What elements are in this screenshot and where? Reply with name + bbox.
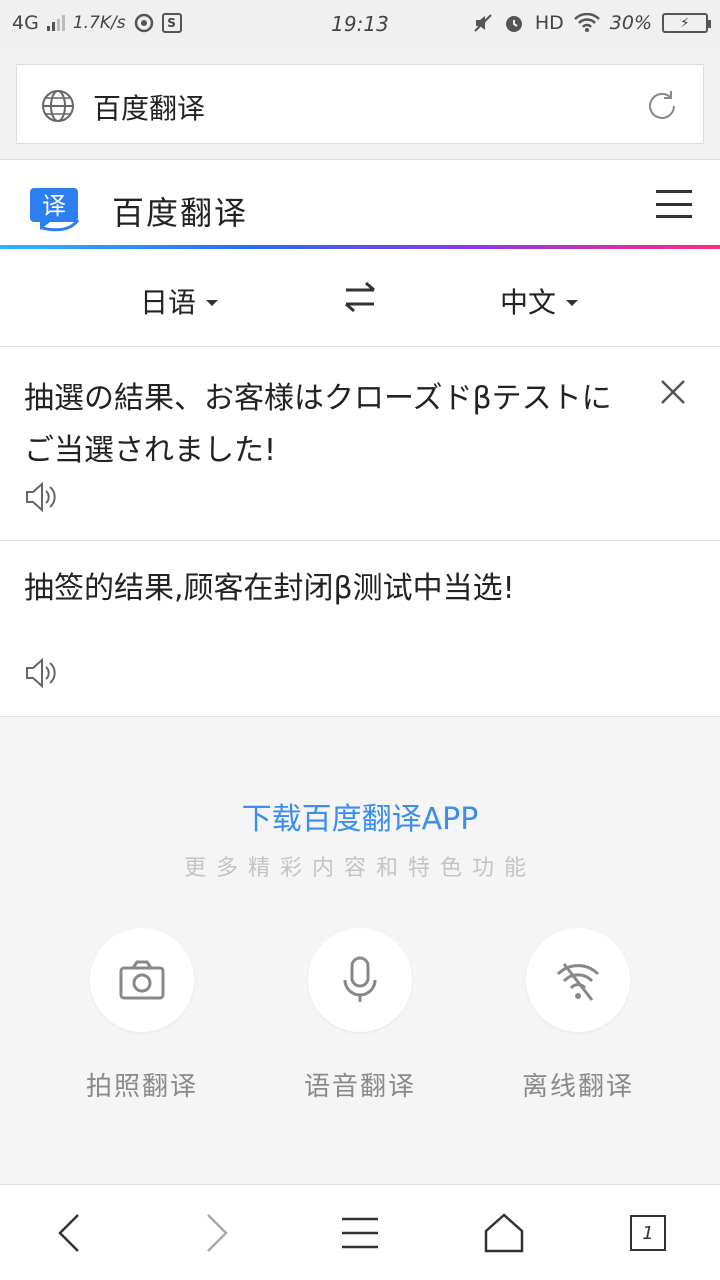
battery-percent: 30% [609,12,652,34]
speaker-icon[interactable] [24,657,58,689]
clear-icon[interactable] [660,379,686,405]
source-text[interactable]: 抽選の結果、お客様はクローズドβテストにご当選されました! [24,373,634,477]
hamburger-menu-icon[interactable] [656,190,692,218]
alarm-icon [505,16,522,32]
tab-count: 1 [630,1215,666,1251]
browser-bottom-nav: 1 [0,1184,720,1280]
reload-icon[interactable] [643,87,681,125]
feature-label: 拍照翻译 [85,1072,198,1102]
logo-char: 译 [42,192,66,220]
home-icon[interactable] [482,1211,526,1255]
download-app-link[interactable]: 下载百度翻译APP [0,794,720,838]
forward-icon[interactable] [194,1211,238,1255]
feature-button[interactable] [90,928,194,1032]
microphone-icon [343,956,377,1002]
caret-down-icon [206,300,219,306]
feature-label: 语音翻译 [303,1072,416,1102]
baidu-translate-logo-icon[interactable]: 译 [28,184,80,232]
status-bar: 4G 1.7K/s S 19:13 HD 30% ⚡ [0,0,720,50]
feature-button[interactable] [526,928,630,1032]
source-language-dropdown[interactable]: 日语 [140,281,219,321]
feature-offline-translate[interactable]: 离线翻译 [498,928,658,1103]
translation-result: 抽签的结果,顾客在封闭β测试中当选! [0,541,720,717]
result-text: 抽签的结果,顾客在封闭β测试中当选! [24,571,515,606]
address-text[interactable]: 百度翻译 [93,87,205,127]
source-language-label: 日语 [140,286,197,319]
mute-icon [474,14,492,32]
wifi-icon [573,13,600,32]
feature-photo-translate[interactable]: 拍照翻译 [62,928,222,1103]
caret-down-icon [566,300,579,306]
swap-languages-icon[interactable] [344,279,376,315]
browser-toolbar: 百度翻译 [0,50,720,160]
globe-icon [42,90,74,122]
feature-voice-translate[interactable]: 语音翻译 [280,928,440,1103]
app-title: 百度翻译 [112,194,249,232]
app-header: 译 百度翻译 [0,160,720,250]
camera-icon [119,960,165,1000]
battery-icon: ⚡ [662,13,711,33]
address-bar[interactable]: 百度翻译 [16,64,704,144]
target-language-dropdown[interactable]: 中文 [500,281,579,321]
target-language-label: 中文 [500,286,557,319]
source-input-area[interactable]: 抽選の結果、お客様はクローズドβテストにご当選されました! [0,347,720,541]
status-right: HD 30% ⚡ [473,12,711,34]
tabs-button[interactable]: 1 [626,1211,670,1255]
feature-label: 离线翻译 [521,1072,634,1102]
menu-icon[interactable] [338,1211,382,1255]
back-icon[interactable] [48,1211,92,1255]
language-selector: 日语 中文 [0,249,720,347]
feature-button[interactable] [308,928,412,1032]
promo-subtitle: 更多精彩内容和特色功能 [183,856,536,881]
speaker-icon[interactable] [24,481,58,513]
hd-label: HD [534,12,564,34]
wifi-off-icon [556,963,600,1001]
